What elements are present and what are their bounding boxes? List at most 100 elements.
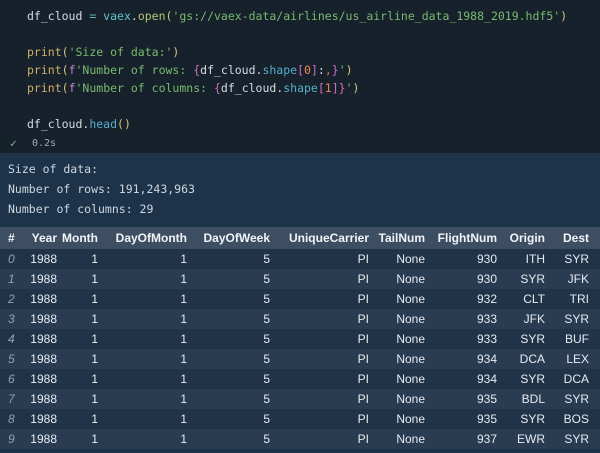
table-cell: None: [369, 329, 425, 349]
table-cell: 1988: [20, 249, 57, 269]
table-cell: 934: [425, 349, 497, 369]
cell-output: Size of data:Number of rows: 191,243,963…: [0, 153, 600, 449]
code-line: [0, 25, 600, 43]
table-cell: 933: [425, 329, 497, 349]
row-index-cell: 0: [0, 249, 20, 269]
table-row: 31988115PINone933JFKSYR: [0, 309, 600, 329]
table-cell: PI: [270, 249, 369, 269]
table-cell: 1988: [20, 309, 57, 329]
table-cell: SYR: [545, 309, 589, 329]
table-cell: SYR: [497, 269, 545, 289]
dataframe-table: #YearMonthDayOfMonthDayOfWeekUniqueCarri…: [0, 227, 600, 449]
table-cell: 5: [187, 249, 270, 269]
table-cell: PI: [270, 409, 369, 429]
column-header-origin: Origin: [497, 227, 545, 249]
table-cell: 934: [425, 369, 497, 389]
table-cell: 930: [425, 249, 497, 269]
column-header-uniquecarrier: UniqueCarrier: [270, 227, 369, 249]
table-cell: 5: [187, 269, 270, 289]
table-cell: None: [369, 369, 425, 389]
table-cell: SYR: [497, 409, 545, 429]
table-cell: None: [369, 249, 425, 269]
row-index-cell: 3: [0, 309, 20, 329]
table-cell: 1: [57, 389, 98, 409]
table-cell: PI: [270, 369, 369, 389]
row-index-cell: 8: [0, 409, 20, 429]
code-line: print(f'Number of columns: {df_cloud.sha…: [0, 79, 600, 97]
table-cell: BDL: [497, 389, 545, 409]
code-editor[interactable]: df_cloud = vaex.open('gs://vaex-data/air…: [0, 7, 600, 133]
table-cell: 1: [57, 269, 98, 289]
row-index-cell: 9: [0, 429, 20, 449]
table-cell: 1: [98, 369, 187, 389]
table-cell: 1: [57, 289, 98, 309]
table-cell: PI: [270, 389, 369, 409]
table-cell: PI: [270, 309, 369, 329]
execution-duration: 0.2s: [32, 138, 56, 149]
column-header-dayofweek: DayOfWeek: [187, 227, 270, 249]
column-header-filler: [589, 227, 600, 249]
filler-cell: [589, 309, 600, 329]
row-index-cell: 5: [0, 349, 20, 369]
row-index-cell: 6: [0, 369, 20, 389]
table-row: 51988115PINone934DCALEX: [0, 349, 600, 369]
table-cell: LEX: [545, 349, 589, 369]
table-cell: 5: [187, 309, 270, 329]
table-cell: 1: [57, 249, 98, 269]
table-cell: DCA: [497, 349, 545, 369]
code-line: [0, 97, 600, 115]
table-cell: 1: [98, 269, 187, 289]
code-line: print('Size of data:'): [0, 43, 600, 61]
table-cell: 1988: [20, 409, 57, 429]
table-cell: None: [369, 389, 425, 409]
code-line: df_cloud = vaex.open('gs://vaex-data/air…: [0, 7, 600, 25]
column-header-month: Month: [57, 227, 98, 249]
table-cell: SYR: [497, 329, 545, 349]
table-cell: 932: [425, 289, 497, 309]
table-cell: ITH: [497, 249, 545, 269]
row-index-cell: 7: [0, 389, 20, 409]
table-cell: 1: [98, 309, 187, 329]
column-header-flightnum: FlightNum: [425, 227, 497, 249]
table-row: 81988115PINone935SYRBOS: [0, 409, 600, 429]
stdout-output: Size of data:Number of rows: 191,243,963…: [0, 159, 600, 219]
table-row: 91988115PINone937EWRSYR: [0, 429, 600, 449]
table-cell: BUF: [545, 329, 589, 349]
filler-cell: [589, 289, 600, 309]
table-cell: 1988: [20, 429, 57, 449]
table-cell: BOS: [545, 409, 589, 429]
column-header-year: Year: [20, 227, 57, 249]
table-cell: 1: [98, 389, 187, 409]
table-cell: None: [369, 349, 425, 369]
cell-status-bar: ✓ 0.2s: [0, 133, 600, 153]
table-cell: 935: [425, 389, 497, 409]
column-header-index: #: [0, 227, 20, 249]
table-header-row: #YearMonthDayOfMonthDayOfWeekUniqueCarri…: [0, 227, 600, 249]
table-cell: EWR: [497, 429, 545, 449]
table-cell: None: [369, 309, 425, 329]
table-cell: PI: [270, 349, 369, 369]
table-cell: PI: [270, 329, 369, 349]
column-header-dest: Dest: [545, 227, 589, 249]
filler-cell: [589, 269, 600, 289]
column-header-tailnum: TailNum: [369, 227, 425, 249]
table-cell: 1988: [20, 389, 57, 409]
table-cell: 1: [98, 289, 187, 309]
filler-cell: [589, 329, 600, 349]
table-cell: 1: [98, 349, 187, 369]
table-cell: None: [369, 429, 425, 449]
row-index-cell: 2: [0, 289, 20, 309]
table-row: 41988115PINone933SYRBUF: [0, 329, 600, 349]
table-cell: 1988: [20, 349, 57, 369]
table-cell: 5: [187, 429, 270, 449]
notebook-code-cell: df_cloud = vaex.open('gs://vaex-data/air…: [0, 0, 600, 153]
table-cell: 1: [57, 349, 98, 369]
table-cell: 935: [425, 409, 497, 429]
table-cell: None: [369, 409, 425, 429]
code-line: print(f'Number of rows: {df_cloud.shape[…: [0, 61, 600, 79]
filler-cell: [589, 369, 600, 389]
table-cell: 1: [98, 409, 187, 429]
row-index-cell: 4: [0, 329, 20, 349]
execution-success-icon: ✓: [10, 137, 24, 150]
filler-cell: [589, 409, 600, 429]
